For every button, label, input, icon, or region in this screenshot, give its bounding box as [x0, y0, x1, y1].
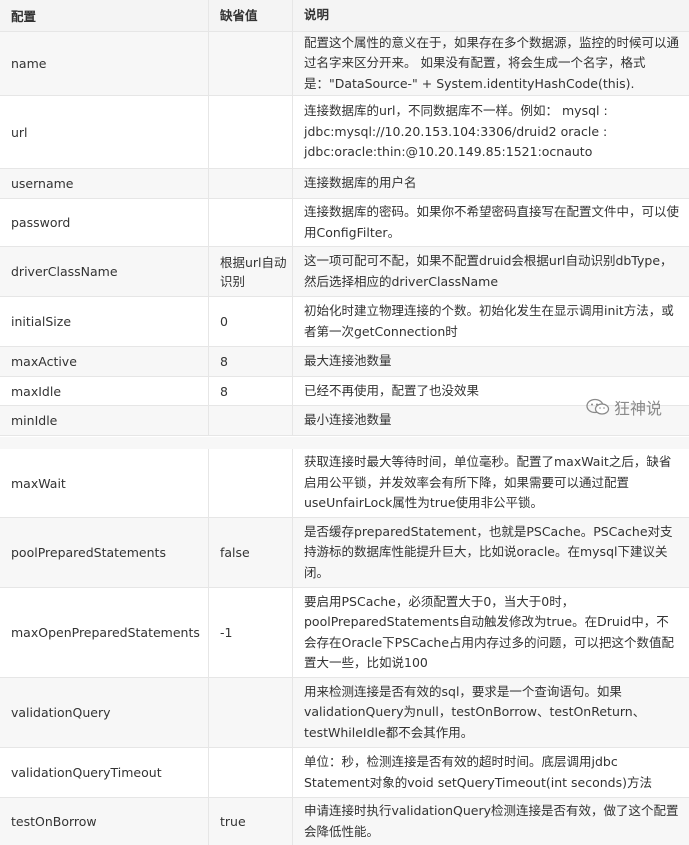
config-name: poolPreparedStatements [11, 545, 166, 560]
config-description: 连接数据库的url，不同数据库不一样。例如： mysql : jdbc:mysq… [292, 96, 689, 168]
config-default [208, 406, 292, 435]
config-name: minIdle [11, 413, 58, 428]
config-default [208, 96, 292, 168]
config-name: url [11, 124, 28, 140]
config-default [208, 199, 292, 246]
config-description: 初始化时建立物理连接的个数。初始化发生在显示调用init方法，或者第一次getC… [292, 297, 689, 346]
config-default: -1 [208, 588, 292, 677]
config-default: 0 [208, 297, 292, 346]
table-row: validationQueryTimeout 单位：秒，检测连接是否有效的超时时… [0, 748, 689, 798]
config-default [208, 32, 292, 95]
config-name: validationQueryTimeout [11, 765, 162, 780]
config-description: 配置这个属性的意义在于，如果存在多个数据源，监控的时候可以通过名字来区分开来。 … [292, 32, 689, 95]
config-name: maxIdle [11, 383, 62, 399]
config-default: 8 [208, 347, 292, 376]
config-default [208, 449, 292, 517]
wechat-icon [586, 398, 610, 415]
config-name: password [11, 215, 71, 230]
config-name: validationQuery [11, 705, 111, 720]
config-description: 是否缓存preparedStatement，也就是PSCache。PSCache… [292, 518, 689, 587]
table-row: maxOpenPreparedStatements -1 要启用PSCache，… [0, 588, 689, 678]
watermark-text: 狂神说 [614, 399, 663, 418]
config-default: false [208, 518, 292, 587]
config-description: 连接数据库的用户名 [292, 169, 689, 198]
config-name: maxActive [11, 354, 77, 369]
config-name: username [11, 176, 74, 191]
table-header: 配置 缺省值 说明 [0, 0, 689, 32]
header-default: 缺省值 [208, 0, 292, 31]
table-row: maxActive 8 最大连接池数量 [0, 347, 689, 377]
table-row: initialSize 0 初始化时建立物理连接的个数。初始化发生在显示调用in… [0, 297, 689, 347]
header-description: 说明 [292, 0, 689, 31]
config-name: initialSize [11, 314, 72, 329]
config-name: testOnBorrow [11, 814, 97, 829]
table-row: testOnBorrow true 申请连接时执行validationQuery… [0, 798, 689, 845]
table-row: name 配置这个属性的意义在于，如果存在多个数据源，监控的时候可以通过名字来区… [0, 32, 689, 96]
config-description: 连接数据库的密码。如果你不希望密码直接写在配置文件中，可以使用ConfigFil… [292, 199, 689, 246]
config-default [208, 678, 292, 747]
config-description: 这一项可配可不配，如果不配置druid会根据url自动识别dbType，然后选择… [292, 247, 689, 296]
config-description: 最大连接池数量 [292, 347, 689, 376]
config-name: name [11, 56, 47, 71]
config-name: maxOpenPreparedStatements [11, 625, 200, 640]
header-config: 配置 [11, 9, 37, 24]
config-name: driverClassName [11, 264, 118, 279]
table-row: poolPreparedStatements false 是否缓存prepare… [0, 518, 689, 588]
config-description: 获取连接时最大等待时间，单位毫秒。配置了maxWait之后，缺省启用公平锁，并发… [292, 449, 689, 517]
config-description: 单位：秒，检测连接是否有效的超时时间。底层调用jdbc Statement对象的… [292, 748, 689, 797]
config-default: true [208, 798, 292, 845]
table-row: driverClassName 根据url自动识别 这一项可配可不配，如果不配置… [0, 247, 689, 297]
config-default [208, 748, 292, 797]
table-row: username 连接数据库的用户名 [0, 169, 689, 199]
table-row: password 连接数据库的密码。如果你不希望密码直接写在配置文件中，可以使用… [0, 199, 689, 247]
config-default [208, 169, 292, 198]
config-description: 要启用PSCache，必须配置大于0，当大于0时，poolPreparedSta… [292, 588, 689, 677]
config-default: 8 [208, 377, 292, 405]
watermark: 狂神说 [586, 395, 662, 419]
table-row: validationQuery 用来检测连接是否有效的sql，要求是一个查询语句… [0, 678, 689, 748]
table-row: url 连接数据库的url，不同数据库不一样。例如： mysql : jdbc:… [0, 96, 689, 169]
config-default: 根据url自动识别 [208, 247, 292, 296]
table-row: maxWait 获取连接时最大等待时间，单位毫秒。配置了maxWait之后，缺省… [0, 449, 689, 518]
config-name: maxWait [11, 475, 66, 491]
config-description: 申请连接时执行validationQuery检测连接是否有效，做了这个配置会降低… [292, 798, 689, 845]
config-description: 用来检测连接是否有效的sql，要求是一个查询语句。如果validationQue… [292, 678, 689, 747]
table-spacer [0, 437, 689, 449]
